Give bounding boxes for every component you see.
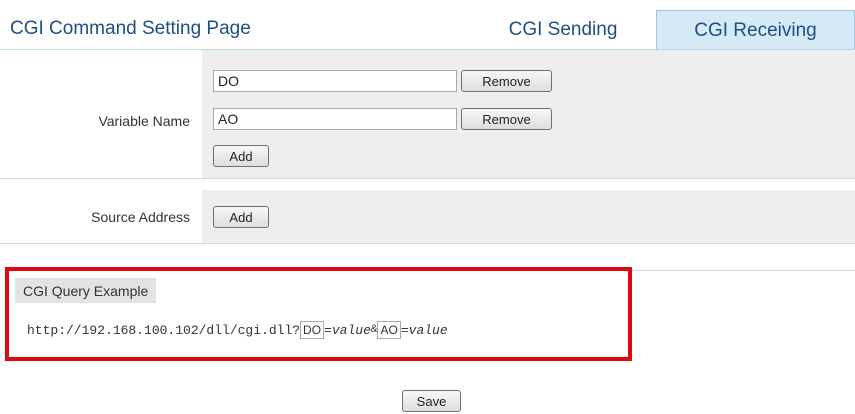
header: CGI Command Setting Page CGI Sending CGI…: [0, 0, 855, 50]
add-variable-button[interactable]: Add: [213, 145, 269, 167]
tab-cgi-sending[interactable]: CGI Sending: [470, 10, 656, 50]
remove-button-2[interactable]: Remove: [461, 108, 552, 130]
variable-name-row: Variable Name Remove Remove Add: [0, 50, 855, 179]
variable-name-content: Remove Remove Add: [202, 50, 855, 178]
tab-cgi-receiving[interactable]: CGI Receiving: [656, 10, 855, 50]
source-address-label: Source Address: [91, 209, 190, 225]
query-url: http://192.168.100.102/dll/cgi.dll?: [27, 322, 301, 338]
remove-button-1[interactable]: Remove: [461, 70, 552, 92]
source-address-row: Source Address Add: [0, 190, 855, 244]
variable-name-input-2[interactable]: [213, 108, 457, 130]
cgi-query-example-highlight: CGI Query Example http://192.168.100.102…: [5, 267, 632, 361]
query-var-2: AO: [377, 321, 401, 339]
query-equals-1: =: [324, 322, 332, 338]
variable-name-input-1[interactable]: [213, 70, 457, 92]
query-value-2: value: [408, 322, 448, 338]
query-equals-2: =: [400, 322, 409, 338]
variable-name-label-cell: Variable Name: [0, 50, 202, 178]
source-address-content: Add: [202, 190, 855, 243]
add-source-address-button[interactable]: Add: [213, 206, 269, 228]
cgi-query-example-text: http://192.168.100.102/dll/cgi.dll? DO =…: [27, 321, 448, 339]
variable-name-label: Variable Name: [98, 113, 190, 129]
example-row-divider: [632, 270, 855, 360]
source-address-label-cell: Source Address: [0, 190, 202, 243]
cgi-query-example-label: CGI Query Example: [15, 278, 157, 303]
save-button[interactable]: Save: [402, 390, 461, 412]
query-ampersand: &: [370, 324, 378, 336]
page-title: CGI Command Setting Page: [10, 18, 251, 39]
query-value-1: value: [331, 322, 371, 338]
query-var-1: DO: [300, 321, 325, 339]
